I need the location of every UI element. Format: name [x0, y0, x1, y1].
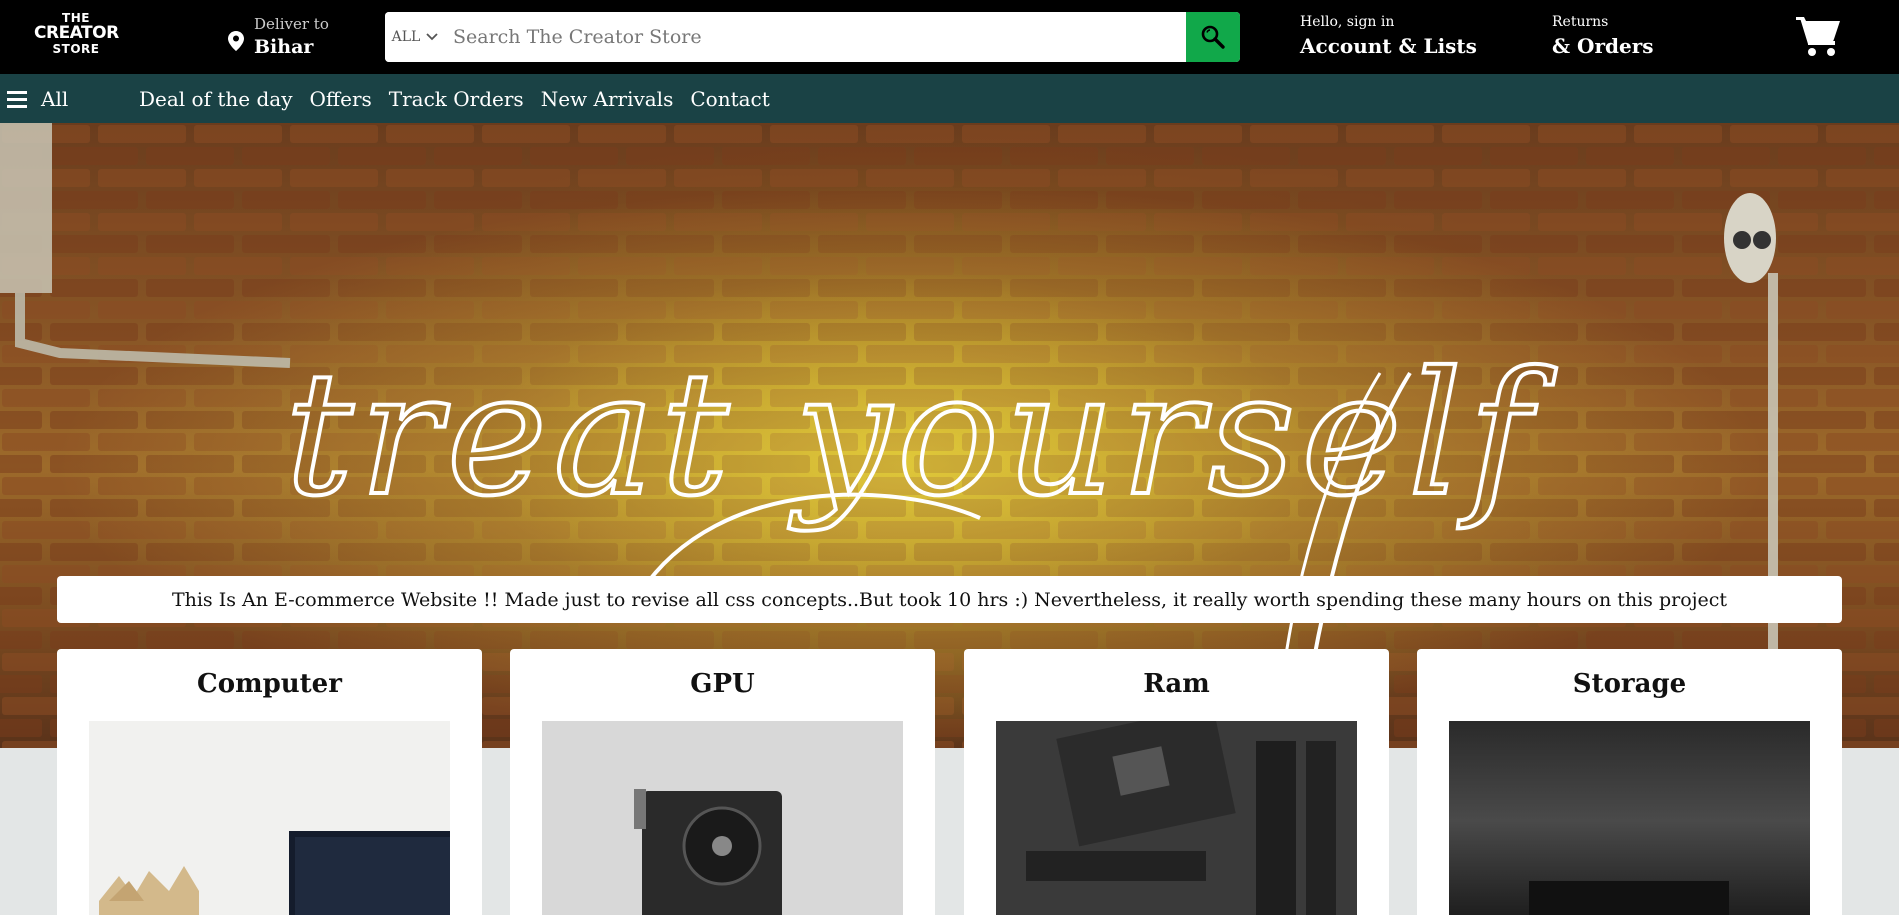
card-title: Computer — [197, 669, 342, 699]
category-card-storage[interactable]: Storage — [1417, 649, 1842, 915]
returns-label: Returns — [1552, 14, 1609, 30]
returns-and-orders[interactable]: Returns & Orders — [1552, 14, 1653, 58]
store-logo[interactable]: THE CREATOR STORE — [34, 12, 119, 62]
neon-sign-text: treat yourself — [285, 336, 1557, 534]
storage-device-photo — [1449, 721, 1810, 915]
chevron-down-icon — [426, 33, 438, 41]
card-title: GPU — [690, 669, 755, 699]
site-notice-banner: This Is An E-commerce Website !! Made ju… — [57, 576, 1842, 623]
nav-link-offers[interactable]: Offers — [310, 87, 372, 111]
card-title: Storage — [1572, 669, 1687, 699]
map-pin-icon — [228, 31, 244, 51]
account-and-lists[interactable]: Hello, sign in Account & Lists — [1300, 14, 1477, 58]
deliver-location: Bihar — [254, 36, 314, 58]
hamburger-menu-icon — [7, 90, 27, 108]
category-card-gpu[interactable]: GPU — [510, 649, 935, 915]
search-bar: ALL — [385, 12, 1240, 62]
search-button[interactable] — [1186, 12, 1240, 62]
shopping-cart-icon[interactable] — [1796, 14, 1844, 58]
nav-link-track-orders[interactable]: Track Orders — [389, 87, 524, 111]
secondary-navbar: All Deal of the day Offers Track Orders … — [0, 74, 1899, 123]
card-title: Ram — [1143, 669, 1210, 699]
nav-link-deal-of-the-day[interactable]: Deal of the day — [139, 87, 293, 111]
subnav-links: Deal of the day Offers Track Orders New … — [139, 74, 787, 123]
category-card-ram[interactable]: Ram — [964, 649, 1389, 915]
logo-line-2: CREATOR — [34, 23, 119, 43]
all-menu-button[interactable]: All — [7, 74, 68, 123]
search-category-select[interactable]: ALL — [385, 12, 445, 62]
top-navbar: THE CREATOR STORE Deliver to Bihar ALL H — [0, 0, 1899, 74]
search-category-label: ALL — [391, 29, 421, 45]
account-greeting: Hello, sign in — [1300, 14, 1395, 30]
all-menu-label: All — [41, 86, 69, 111]
nav-link-contact[interactable]: Contact — [690, 87, 769, 111]
orders-label: & Orders — [1552, 34, 1654, 58]
deliver-label: Deliver to — [254, 15, 329, 33]
account-label: Account & Lists — [1300, 34, 1477, 58]
search-icon — [1201, 25, 1225, 49]
motherboard-ram-photo — [996, 721, 1357, 915]
logo-line-3: STORE — [52, 42, 100, 56]
nav-link-new-arrivals[interactable]: New Arrivals — [541, 87, 674, 111]
category-cards: Computer GPU Ram Storage — [57, 649, 1842, 915]
computer-desk-photo — [89, 721, 450, 915]
category-card-computer[interactable]: Computer — [57, 649, 482, 915]
graphics-card-photo — [542, 721, 903, 915]
search-input[interactable] — [445, 12, 1186, 62]
